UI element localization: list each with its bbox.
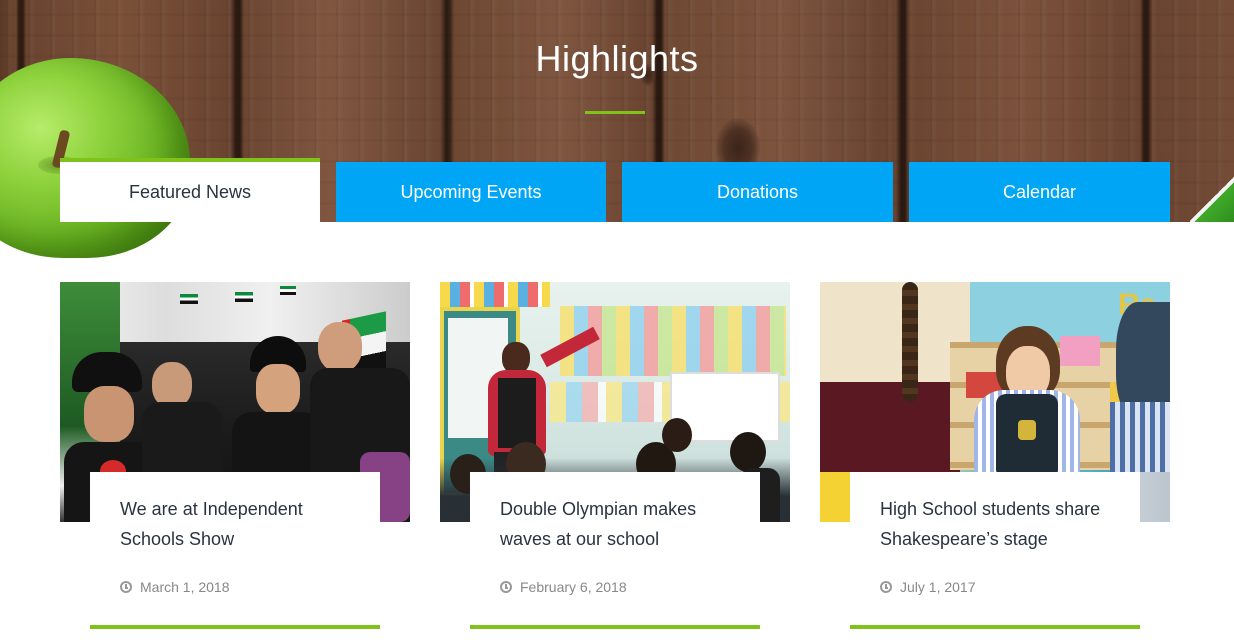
news-date: July 1, 2017 — [880, 579, 976, 595]
tab-donations[interactable]: Donations — [622, 162, 893, 222]
news-card[interactable]: Re High School students share Shakespear… — [820, 282, 1170, 640]
clock-icon — [500, 581, 512, 593]
news-date-text: July 1, 2017 — [900, 579, 976, 595]
news-date-text: February 6, 2018 — [520, 579, 627, 595]
news-card[interactable]: We are at Independent Schools Show March… — [60, 282, 410, 640]
corner-decoration — [1190, 176, 1234, 222]
tab-featured-news[interactable]: Featured News — [60, 158, 320, 222]
clock-icon — [880, 581, 892, 593]
tab-upcoming-events[interactable]: Upcoming Events — [336, 162, 606, 222]
news-card[interactable]: Double Olympian makes waves at our schoo… — [440, 282, 790, 640]
news-card-content: We are at Independent Schools Show March… — [90, 472, 380, 640]
card-accent-bar — [90, 625, 380, 629]
clock-icon — [120, 581, 132, 593]
section-title: Highlights — [535, 38, 699, 79]
news-headline[interactable]: Double Olympian makes waves at our schoo… — [500, 494, 730, 554]
card-accent-bar — [470, 625, 760, 629]
news-headline[interactable]: We are at Independent Schools Show — [120, 494, 350, 554]
highlights-tabs: Featured News Upcoming Events Donations … — [60, 158, 1170, 222]
news-card-content: High School students share Shakespeare’s… — [850, 472, 1140, 640]
news-date: February 6, 2018 — [500, 579, 627, 595]
tab-calendar[interactable]: Calendar — [909, 162, 1170, 222]
title-underline — [585, 111, 645, 114]
news-date: March 1, 2018 — [120, 579, 230, 595]
card-accent-bar — [850, 625, 1140, 629]
news-card-content: Double Olympian makes waves at our schoo… — [470, 472, 760, 640]
news-headline[interactable]: High School students share Shakespeare’s… — [880, 494, 1110, 554]
news-date-text: March 1, 2018 — [140, 579, 230, 595]
